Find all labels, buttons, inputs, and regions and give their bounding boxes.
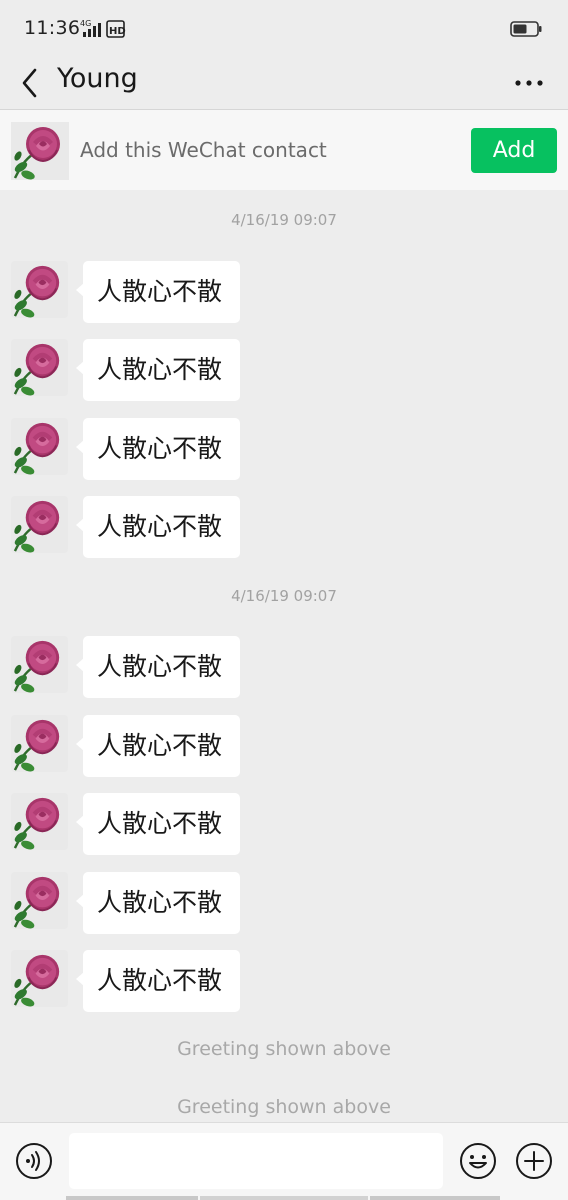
more-dots-icon[interactable]	[514, 68, 544, 98]
message-row: 人散心不散	[0, 715, 568, 777]
sender-avatar[interactable]	[11, 418, 68, 475]
svg-text:4G: 4G	[80, 19, 91, 28]
chevron-left-icon[interactable]	[16, 62, 44, 104]
message-bubble[interactable]: 人散心不散	[76, 636, 240, 698]
message-bubble[interactable]: 人散心不散	[76, 261, 240, 323]
message-row: 人散心不散	[0, 636, 568, 698]
4g-signal-icon: 4G HD	[80, 19, 126, 38]
message-row: 人散心不散	[0, 339, 568, 401]
message-row: 人散心不散	[0, 496, 568, 558]
sender-avatar[interactable]	[11, 261, 68, 318]
chat-title: Young	[57, 63, 138, 94]
sender-avatar[interactable]	[11, 636, 68, 693]
message-row: 人散心不散	[0, 872, 568, 934]
message-bubble[interactable]: 人散心不散	[76, 950, 240, 1012]
add-contact-button[interactable]: Add	[471, 128, 557, 173]
message-bubble[interactable]: 人散心不散	[76, 418, 240, 480]
system-note: Greeting shown above	[177, 1038, 391, 1060]
contact-avatar[interactable]	[11, 122, 69, 180]
sender-avatar[interactable]	[11, 950, 68, 1007]
sender-avatar[interactable]	[11, 339, 68, 396]
sender-avatar[interactable]	[11, 872, 68, 929]
message-bubble[interactable]: 人散心不散	[76, 793, 240, 855]
message-row: 人散心不散	[0, 418, 568, 480]
message-bubble[interactable]: 人散心不散	[76, 872, 240, 934]
home-indicator	[66, 1196, 500, 1200]
battery-icon	[510, 21, 542, 37]
voice-icon[interactable]	[15, 1142, 53, 1180]
system-note: Greeting shown above	[177, 1096, 391, 1118]
message-timestamp: 4/16/19 09:07	[231, 587, 337, 605]
svg-text:HD: HD	[109, 26, 126, 37]
message-bubble[interactable]: 人散心不散	[76, 496, 240, 558]
message-input[interactable]	[69, 1133, 443, 1189]
input-bar	[0, 1122, 568, 1200]
emoji-icon[interactable]	[459, 1142, 497, 1180]
message-timestamp: 4/16/19 09:07	[231, 211, 337, 229]
plus-icon[interactable]	[515, 1142, 553, 1180]
status-time: 11:36	[24, 17, 81, 39]
message-row: 人散心不散	[0, 261, 568, 323]
message-bubble[interactable]: 人散心不散	[76, 715, 240, 777]
message-row: 人散心不散	[0, 950, 568, 1012]
sender-avatar[interactable]	[11, 496, 68, 553]
nav-bar: Young	[0, 56, 568, 110]
sender-avatar[interactable]	[11, 793, 68, 850]
message-bubble[interactable]: 人散心不散	[76, 339, 240, 401]
add-contact-text: Add this WeChat contact	[80, 138, 327, 162]
sender-avatar[interactable]	[11, 715, 68, 772]
message-row: 人散心不散	[0, 793, 568, 855]
status-bar: 11:36 4G HD	[0, 0, 568, 56]
